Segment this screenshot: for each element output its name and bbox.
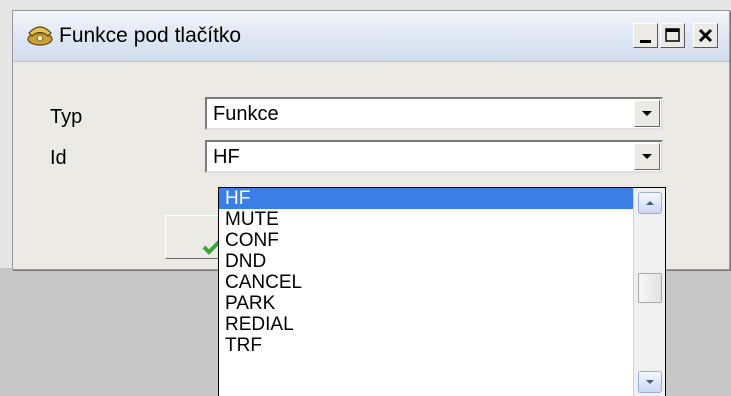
close-button[interactable] (693, 23, 718, 48)
dropdown-option[interactable]: CONF (219, 230, 635, 251)
dropdown-option[interactable]: DND (219, 251, 635, 272)
dropdown-option[interactable]: CANCEL (219, 272, 635, 293)
title-bar[interactable]: Funkce pod tlačítko (13, 11, 729, 62)
minimize-button[interactable] (633, 23, 658, 48)
dropdown-option[interactable]: MUTE (219, 209, 635, 230)
close-icon (698, 28, 713, 43)
minimize-icon (640, 40, 651, 43)
dropdown-option[interactable]: PARK (219, 293, 635, 314)
typ-label: Typ (50, 106, 83, 128)
dropdown-option[interactable]: TRF (219, 335, 635, 356)
scroll-thumb[interactable] (638, 273, 662, 303)
desktop: Funkce pod tlačítko Typ Funkce Id HF HF … (0, 0, 731, 396)
typ-select-value: Funkce (213, 103, 279, 125)
scroll-up-button[interactable] (638, 192, 662, 214)
dropdown-options: HF MUTE CONF DND CANCEL PARK REDIAL TRF (219, 188, 635, 356)
id-select-value: HF (213, 146, 240, 168)
typ-select[interactable]: Funkce (205, 97, 663, 130)
id-select[interactable]: HF (205, 140, 663, 173)
dropdown-option[interactable]: REDIAL (219, 314, 635, 335)
chevron-down-icon (642, 154, 652, 159)
id-select-dropdown-button[interactable] (634, 143, 660, 170)
dropdown-option[interactable]: HF (219, 188, 635, 209)
id-dropdown-list: HF MUTE CONF DND CANCEL PARK REDIAL TRF (218, 187, 666, 396)
chevron-down-icon (642, 111, 652, 116)
dropdown-scrollbar[interactable] (633, 188, 665, 396)
telephone-icon (27, 26, 53, 46)
scroll-down-button[interactable] (638, 371, 662, 393)
id-label: Id (50, 147, 67, 169)
maximize-button[interactable] (660, 23, 685, 48)
maximize-icon (665, 28, 680, 42)
ok-button[interactable] (165, 215, 225, 259)
typ-select-dropdown-button[interactable] (634, 100, 660, 127)
chevron-down-icon (646, 380, 654, 384)
window-title: Funkce pod tlačítko (59, 24, 242, 47)
chevron-up-icon (646, 201, 654, 205)
